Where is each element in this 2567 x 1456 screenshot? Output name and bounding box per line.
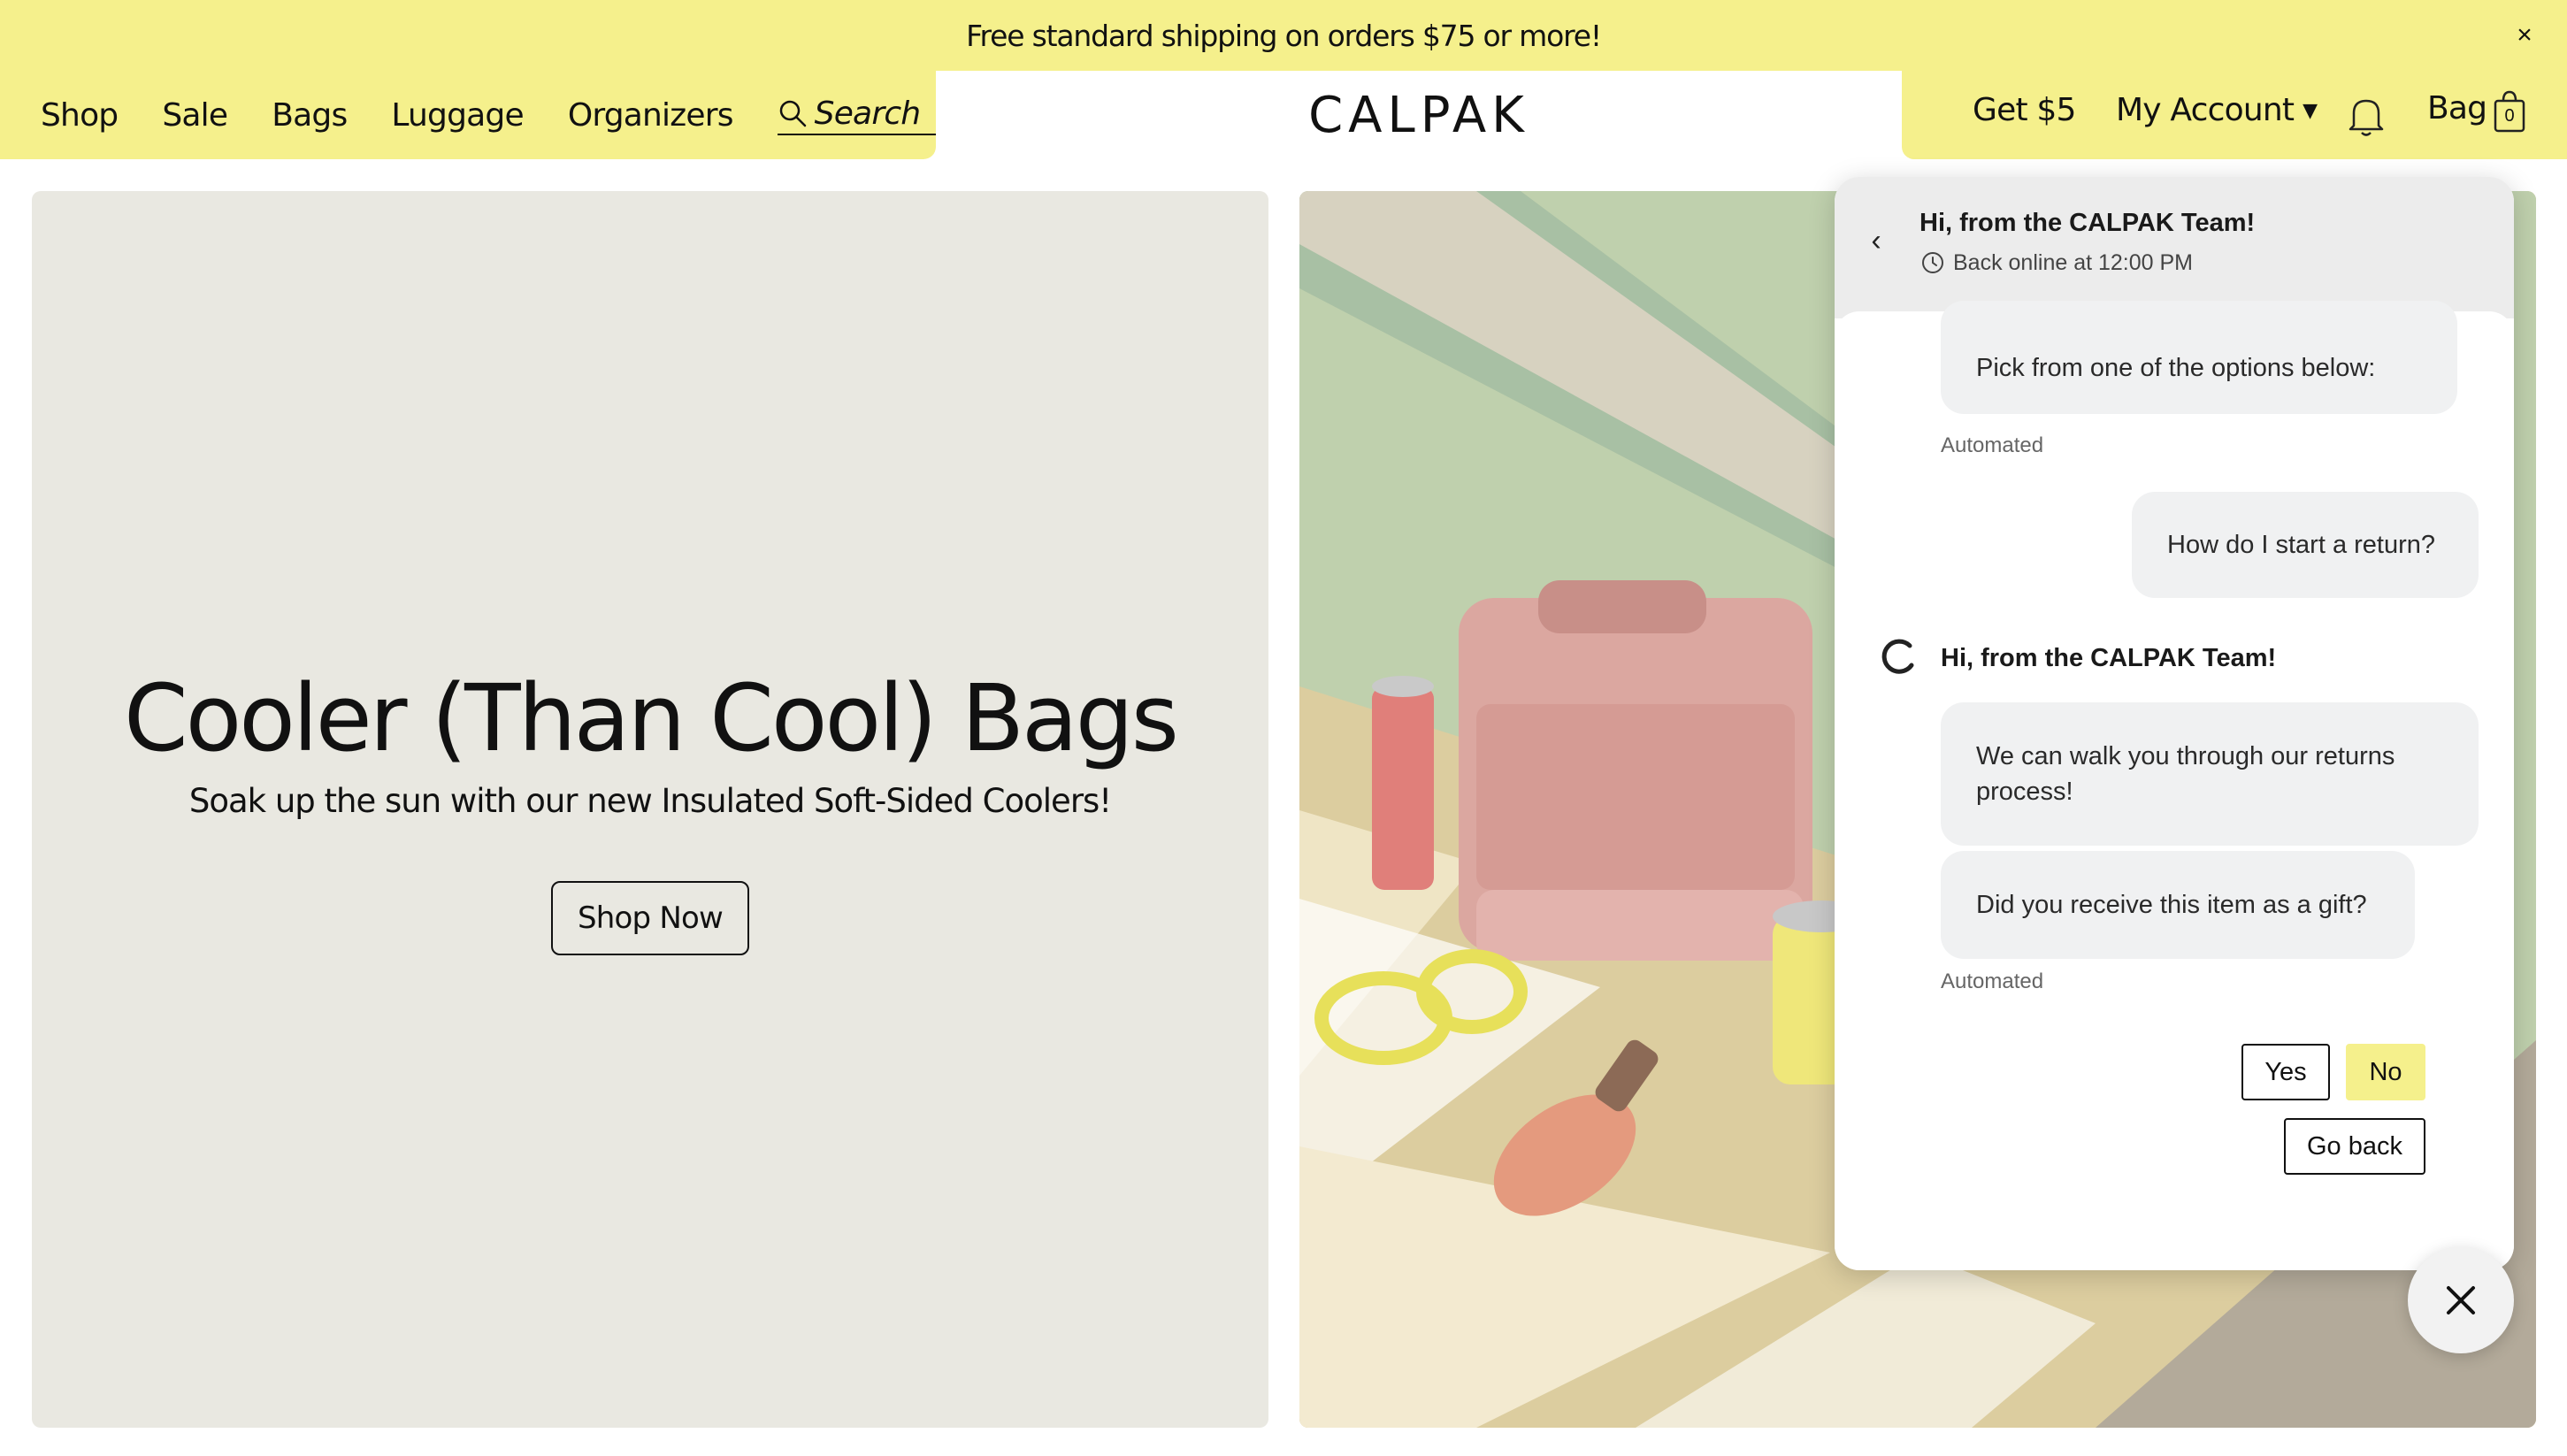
header-utility: Get $5 My Account ▼ Bag 0 (1902, 71, 2567, 159)
announcement-text: Free standard shipping on orders $75 or … (966, 18, 1602, 53)
clock-icon (1922, 252, 1943, 273)
hero-text-panel: Cooler (Than Cool) Bags Soak up the sun … (32, 191, 1268, 1428)
logo[interactable]: CALPAK (936, 71, 1902, 159)
chat-close-button[interactable] (2408, 1247, 2514, 1353)
search-label: Search (814, 95, 921, 132)
chat-status-text: Back online at 12:00 PM (1953, 249, 2193, 275)
chat-status: Back online at 12:00 PM (1920, 249, 2193, 276)
chat-title: Hi, from the CALPAK Team! (1920, 209, 2256, 237)
chat-messages[interactable]: Pick from one of the options below: Auto… (1835, 301, 2514, 1270)
chat-widget: ‹ Hi, from the CALPAK Team! Back online … (1835, 177, 2514, 1270)
my-account-label: My Account (2116, 92, 2295, 128)
nav-organizers[interactable]: Organizers (568, 97, 734, 134)
close-icon (2447, 1286, 2475, 1314)
bell-icon[interactable] (2346, 94, 2387, 138)
nav-shop[interactable]: Shop (41, 97, 119, 134)
hero-title: Cooler (Than Cool) Bags (124, 664, 1179, 772)
shop-now-button[interactable]: Shop Now (551, 881, 749, 955)
bag-count: 0 (2504, 106, 2515, 126)
bot-message: Did you receive this item as a gift? (1941, 851, 2415, 959)
loading-spinner-icon (1881, 639, 1914, 674)
quick-reply-yes[interactable]: Yes (2241, 1044, 2330, 1100)
bot-message: We can walk you through our returns proc… (1941, 702, 2479, 846)
header-nav: Shop Sale Bags Luggage Organizers Search (0, 71, 936, 159)
close-icon[interactable]: × (2509, 19, 2540, 51)
search-input[interactable]: Search (777, 95, 936, 135)
bag-label[interactable]: Bag (2427, 90, 2487, 126)
nav-sale[interactable]: Sale (162, 97, 228, 134)
hero-subtitle: Soak up the sun with our new Insulated S… (188, 782, 1112, 820)
automated-label: Automated (1941, 433, 2044, 457)
announcement-bar: Free standard shipping on orders $75 or … (0, 0, 2567, 71)
my-account-menu[interactable]: My Account ▼ (2116, 92, 2318, 128)
user-message: How do I start a return? (2132, 492, 2479, 598)
get-5-link[interactable]: Get $5 (1973, 92, 2076, 128)
chat-header: ‹ Hi, from the CALPAK Team! Back online … (1835, 177, 2514, 318)
quick-reply-go-back[interactable]: Go back (2284, 1118, 2425, 1175)
caret-down-icon: ▼ (2303, 100, 2318, 122)
nav-luggage[interactable]: Luggage (391, 97, 524, 134)
bot-message: Pick from one of the options below: (1941, 301, 2457, 414)
search-icon (779, 100, 806, 127)
nav-bags[interactable]: Bags (272, 97, 348, 134)
quick-reply-no[interactable]: No (2346, 1044, 2425, 1100)
automated-label: Automated (1941, 969, 2044, 993)
bag-icon[interactable]: 0 (2493, 88, 2526, 134)
back-chevron-icon[interactable]: ‹ (1863, 223, 1889, 258)
agent-name: Hi, from the CALPAK Team! (1941, 644, 2277, 672)
